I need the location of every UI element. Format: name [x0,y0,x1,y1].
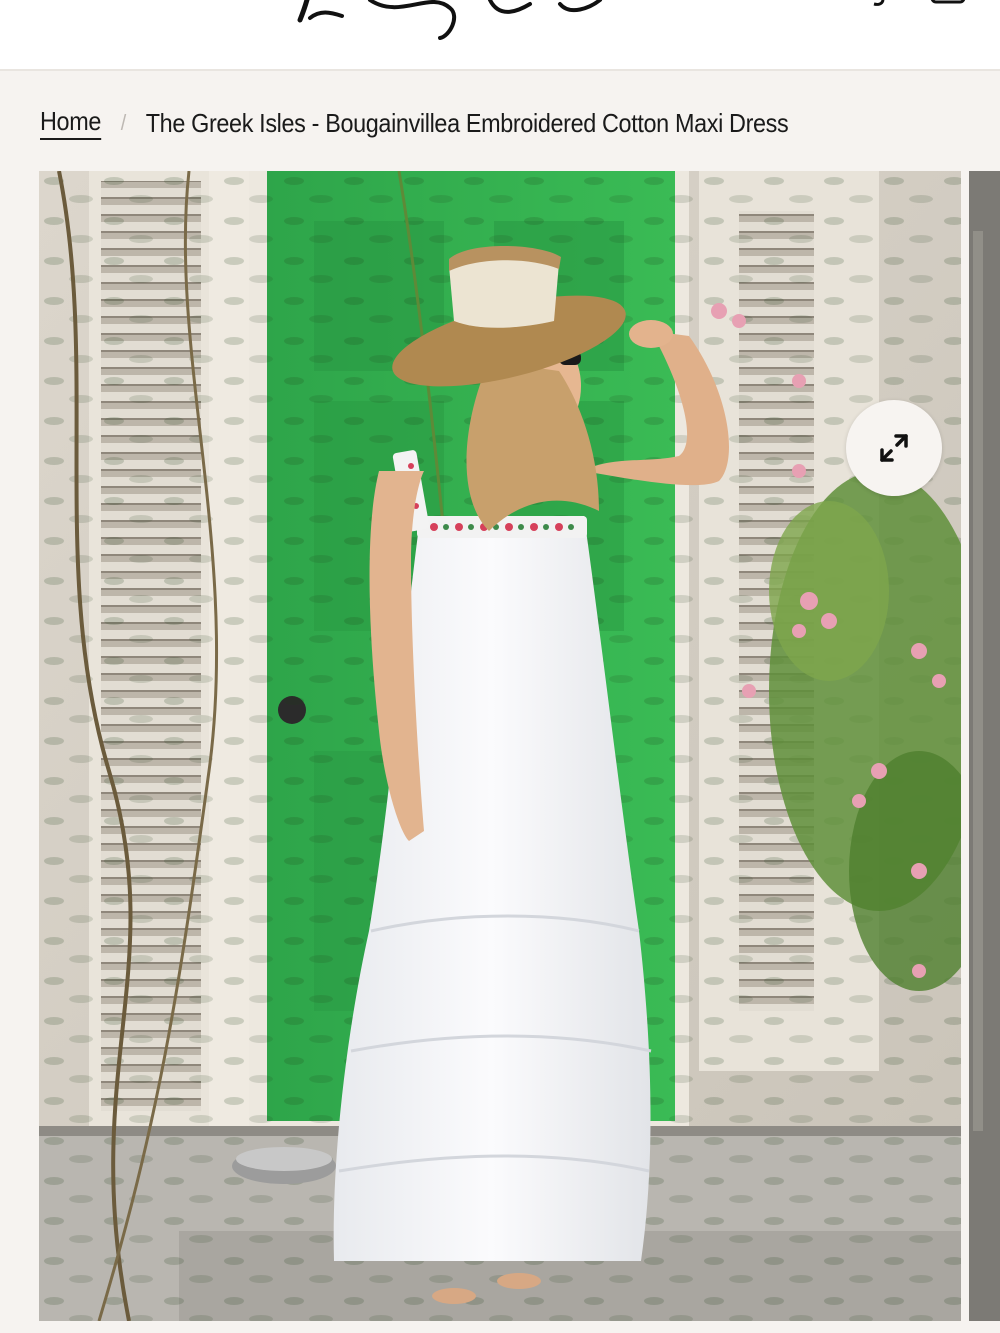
breadcrumb-current-page: The Greek Isles - Bougainvillea Embroide… [145,107,789,138]
site-header [0,0,1000,70]
cart-icon[interactable] [930,0,966,4]
search-icon[interactable] [873,0,885,6]
zoom-button[interactable] [846,400,942,496]
next-image-peek[interactable] [969,171,1000,1321]
breadcrumb: Home / The Greek Isles - Bougainvillea E… [40,105,789,141]
brand-logo[interactable] [290,0,710,40]
breadcrumb-separator: / [120,110,126,135]
expand-icon [880,434,908,462]
breadcrumb-home-link[interactable]: Home [40,106,101,140]
product-image[interactable] [39,171,961,1321]
product-gallery[interactable] [39,171,961,1321]
product-main: Home / The Greek Isles - Bougainvillea E… [0,71,1000,1333]
